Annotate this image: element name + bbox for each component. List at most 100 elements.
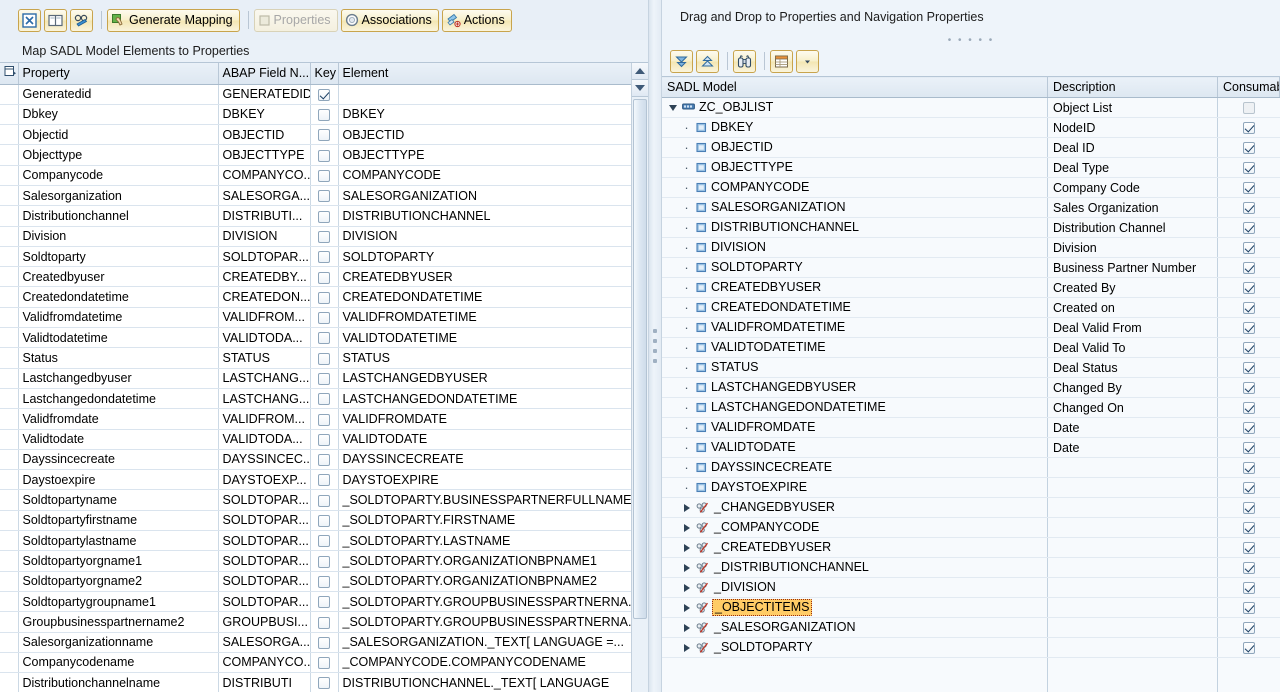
table-row[interactable]: Dayssincecreate DAYSSINCEC... DAYSSINCECRE… (0, 449, 631, 471)
table-row[interactable]: Salesorganization SALESORGA... SALESORGANI… (0, 185, 631, 207)
key-checkbox[interactable] (318, 109, 330, 122)
row-selector[interactable] (0, 286, 19, 308)
cell-abap-field-name[interactable]: OBJECTID (218, 124, 311, 146)
cell-element[interactable]: _SOLDTOPARTY.LASTNAME (338, 530, 631, 552)
key-checkbox[interactable] (318, 677, 330, 690)
key-checkbox[interactable] (318, 636, 330, 649)
cell-element[interactable]: LASTCHANGEDONDATETIME (338, 388, 631, 410)
table-row[interactable]: Createdbyuser CREATEDBY... CREATEDBYUSER (0, 266, 631, 288)
display-change-button[interactable] (70, 8, 93, 32)
tree-node-label[interactable]: OBJECTTYPE (711, 158, 793, 177)
cell-element[interactable]: LASTCHANGEDBYUSER (338, 368, 631, 389)
expand-node-toggle[interactable] (681, 558, 692, 577)
cell-consumable[interactable] (1217, 597, 1280, 618)
scroll-up-button[interactable] (632, 63, 648, 80)
cell-key[interactable] (310, 469, 339, 491)
cell-property[interactable]: Objecttype (18, 144, 219, 166)
cell-key[interactable] (310, 530, 339, 552)
key-checkbox[interactable] (318, 474, 330, 487)
expand-all-button[interactable] (670, 49, 693, 73)
cell-consumable[interactable] (1217, 517, 1280, 538)
cell-sadl-model[interactable]: · DISTRIBUTIONCHANNEL (662, 217, 1048, 238)
table-row[interactable]: Status STATUS STATUS (0, 347, 631, 369)
cell-element[interactable]: DBKEY (338, 104, 631, 126)
cell-consumable[interactable] (1217, 437, 1280, 458)
consumable-checkbox[interactable] (1242, 602, 1255, 615)
cell-consumable[interactable] (1217, 297, 1280, 318)
tree-node-label[interactable]: _DISTRIBUTIONCHANNEL (714, 558, 869, 577)
key-checkbox[interactable] (318, 312, 330, 325)
table-row[interactable]: Lastchangedbyuser LASTCHANG... LASTCHANGED… (0, 368, 631, 389)
cell-sadl-model[interactable]: ZC_OBJLIST (662, 97, 1048, 118)
cell-property[interactable]: Soldtopartylastname (18, 530, 219, 552)
tree-node-label[interactable]: CREATEDONDATETIME (711, 298, 851, 317)
consumable-checkbox[interactable] (1242, 482, 1255, 495)
cell-property[interactable]: Dayssincecreate (18, 449, 219, 471)
tree-node-label[interactable]: COMPANYCODE (711, 178, 809, 197)
cell-sadl-model[interactable]: · LASTCHANGEDONDATETIME (662, 397, 1048, 418)
tree-row[interactable]: · VALIDTODATE Date (662, 437, 1280, 458)
row-selector[interactable] (0, 347, 19, 369)
table-row[interactable]: Daystoexpire DAYSTOEXP... DAYSTOEXPIRE (0, 469, 631, 491)
row-selector[interactable] (0, 84, 19, 105)
cell-property[interactable]: Salesorganization (18, 185, 219, 207)
table-row[interactable]: Objecttype OBJECTTYPE OBJECTTYPE (0, 144, 631, 166)
table-row[interactable]: Salesorganizationname SALESORGA... _SALESO… (0, 632, 631, 653)
consumable-checkbox[interactable] (1242, 322, 1255, 335)
cell-property[interactable]: Validtodatetime (18, 327, 219, 349)
cell-abap-field-name[interactable]: CREATEDON... (218, 286, 311, 308)
cell-consumable[interactable] (1217, 277, 1280, 298)
tree-node-label[interactable]: OBJECTID (711, 138, 773, 157)
consumable-checkbox[interactable] (1242, 162, 1255, 175)
table-row[interactable]: Soldtopartygroupname1 SOLDTOPAR... _SOLDTO… (0, 591, 631, 613)
row-selector[interactable] (0, 104, 19, 126)
cell-sadl-model[interactable]: · DAYSSINCECREATE (662, 457, 1048, 478)
tree-node-label[interactable]: _CHANGEDBYUSER (714, 498, 835, 517)
row-selector[interactable] (0, 550, 19, 572)
key-checkbox[interactable] (318, 291, 330, 304)
cell-property[interactable]: Validtodate (18, 429, 219, 450)
cell-key[interactable] (310, 286, 339, 308)
cell-key[interactable] (310, 632, 339, 653)
find-button[interactable] (733, 49, 756, 73)
cell-consumable[interactable] (1217, 377, 1280, 398)
cell-element[interactable]: _SOLDTOPARTY.GROUPBUSINESSPARTNERNA... (338, 611, 631, 633)
expand-node-toggle[interactable] (681, 618, 692, 637)
cell-element[interactable]: OBJECTTYPE (338, 144, 631, 166)
cell-consumable[interactable] (1217, 617, 1280, 638)
layout-settings-button[interactable] (770, 49, 793, 73)
column-header-property[interactable]: Property (18, 63, 219, 85)
cell-key[interactable] (310, 327, 339, 349)
cell-consumable[interactable] (1217, 477, 1280, 498)
cell-abap-field-name[interactable]: DISTRIBUTI (218, 672, 311, 692)
table-row[interactable]: Soldtopartyname SOLDTOPAR... _SOLDTOPARTY.… (0, 489, 631, 511)
column-header-key[interactable]: Key (310, 63, 339, 85)
column-header-abap-field-name[interactable]: ABAP Field N... (218, 63, 311, 85)
key-checkbox[interactable] (318, 433, 330, 446)
table-row[interactable]: Lastchangedondatetime LASTCHANG... LASTCHA… (0, 388, 631, 410)
cell-sadl-model[interactable]: · VALIDFROMDATE (662, 417, 1048, 438)
tree-node-label[interactable]: DISTRIBUTIONCHANNEL (711, 218, 859, 237)
row-selector[interactable] (0, 124, 19, 146)
row-selector[interactable] (0, 368, 19, 389)
tree-row[interactable]: · CREATEDONDATETIME Created on (662, 297, 1280, 318)
consumable-checkbox[interactable] (1242, 402, 1255, 415)
cell-consumable[interactable] (1217, 417, 1280, 438)
row-selector[interactable] (0, 652, 19, 674)
table-row[interactable]: Generatedid GENERATEDID (0, 84, 631, 105)
table-row[interactable]: Distributionchannelname DISTRIBUTI DISTRIB… (0, 672, 631, 692)
cell-abap-field-name[interactable]: COMPANYCO... (218, 165, 311, 186)
row-selector[interactable] (0, 571, 19, 592)
cell-key[interactable] (310, 652, 339, 674)
key-checkbox[interactable] (318, 251, 330, 264)
cell-consumable[interactable] (1217, 457, 1280, 478)
consumable-checkbox[interactable] (1242, 462, 1255, 475)
associations-button[interactable]: Associations (340, 8, 439, 32)
tree-row[interactable]: · SALESORGANIZATION Sales Organization (662, 197, 1280, 218)
cell-element[interactable]: _SALESORGANIZATION._TEXT[ LANGUAGE =... (338, 632, 631, 653)
cell-property[interactable]: Createdondatetime (18, 286, 219, 308)
consumable-checkbox[interactable] (1242, 202, 1255, 215)
cell-consumable[interactable] (1217, 337, 1280, 358)
cell-property[interactable]: Createdbyuser (18, 266, 219, 288)
tree-node-label[interactable]: _CREATEDBYUSER (714, 538, 831, 557)
